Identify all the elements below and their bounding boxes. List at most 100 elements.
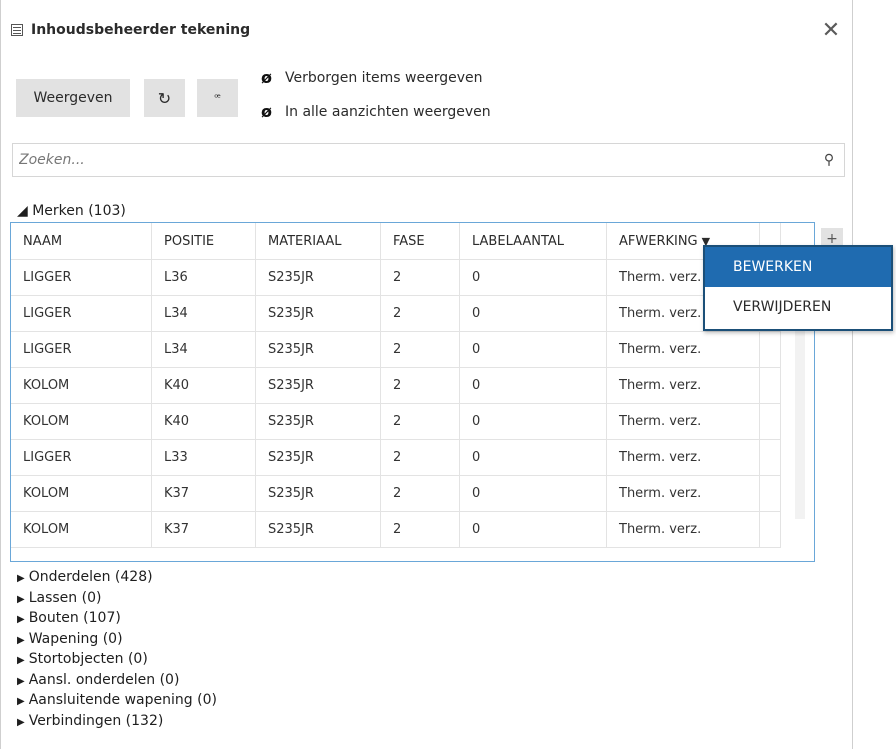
category-label: Stortobjecten (0)	[28, 651, 148, 667]
cell-naam: LIGGER	[11, 259, 152, 296]
panel-title: Inhoudsbeheerder tekening	[31, 22, 251, 38]
label-button[interactable]: ꟹ	[197, 79, 238, 117]
cell-positie: K37	[151, 511, 256, 548]
table-row[interactable]: KOLOM K40 S235JR 2 0 Therm. verz.	[11, 367, 781, 404]
cell-naam: KOLOM	[11, 511, 152, 548]
triangle-right-icon: ▶	[17, 716, 25, 728]
cell-extra	[759, 403, 781, 440]
cell-positie: L34	[151, 331, 256, 368]
close-icon[interactable]: ✕	[820, 20, 842, 42]
cell-materiaal: S235JR	[255, 403, 381, 440]
table-row[interactable]: KOLOM K37 S235JR 2 0 Therm. verz.	[11, 475, 781, 512]
cell-naam: LIGGER	[11, 331, 152, 368]
cell-afwerking: Therm. verz.	[606, 331, 760, 368]
cell-materiaal: S235JR	[255, 259, 381, 296]
marks-grid: NAAM POSITIE MATERIAAL FASE LABELAANTAL …	[10, 222, 815, 562]
triangle-right-icon: ▶	[17, 675, 25, 687]
cell-positie: L36	[151, 259, 256, 296]
search-input[interactable]	[13, 144, 814, 176]
search-icon[interactable]: ⚲	[814, 152, 844, 168]
cell-positie: L34	[151, 295, 256, 332]
toggle-hidden-label: Verborgen items weergeven	[285, 69, 483, 86]
section-merken[interactable]: ◢ Merken (103)	[17, 203, 126, 219]
cell-fase: 2	[380, 367, 460, 404]
cell-labelaantal: 0	[459, 367, 607, 404]
cell-afwerking: Therm. verz.	[606, 511, 760, 548]
table-row[interactable]: KOLOM K37 S235JR 2 0 Therm. verz.	[11, 511, 781, 548]
table-header-row: NAAM POSITIE MATERIAAL FASE LABELAANTAL …	[11, 223, 781, 260]
menu-item-delete[interactable]: VERWIJDEREN	[705, 287, 891, 327]
column-header-materiaal[interactable]: MATERIAAL	[255, 223, 381, 260]
cell-positie: L33	[151, 439, 256, 476]
cell-materiaal: S235JR	[255, 511, 381, 548]
cell-labelaantal: 0	[459, 295, 607, 332]
column-header-positie[interactable]: POSITIE	[151, 223, 256, 260]
category-wapening[interactable]: ▶ Wapening (0)	[17, 630, 217, 651]
cell-fase: 2	[380, 439, 460, 476]
cell-fase: 2	[380, 403, 460, 440]
category-lassen[interactable]: ▶ Lassen (0)	[17, 589, 217, 610]
table-row[interactable]: KOLOM K40 S235JR 2 0 Therm. verz.	[11, 403, 781, 440]
toggle-hidden-items[interactable]: ø Verborgen items weergeven	[261, 68, 482, 87]
menu-item-edit[interactable]: BEWERKEN	[705, 247, 891, 287]
cell-labelaantal: 0	[459, 511, 607, 548]
cell-labelaantal: 0	[459, 475, 607, 512]
cell-extra	[759, 331, 781, 368]
cell-positie: K37	[151, 475, 256, 512]
cell-naam: LIGGER	[11, 439, 152, 476]
cell-positie: K40	[151, 367, 256, 404]
table-row[interactable]: LIGGER L36 S235JR 2 0 Therm. verz.	[11, 259, 781, 296]
triangle-right-icon: ▶	[17, 593, 25, 605]
column-header-fase[interactable]: FASE	[380, 223, 460, 260]
show-button[interactable]: Weergeven	[16, 79, 130, 117]
cell-materiaal: S235JR	[255, 295, 381, 332]
table-row[interactable]: LIGGER L34 S235JR 2 0 Therm. verz.	[11, 331, 781, 368]
cell-afwerking: Therm. verz.	[606, 439, 760, 476]
cell-materiaal: S235JR	[255, 331, 381, 368]
content-manager-panel: Inhoudsbeheerder tekening ✕ Weergeven ↻ …	[0, 0, 853, 749]
toggle-all-views-label: In alle aanzichten weergeven	[285, 103, 491, 120]
category-aansluitende-wapening[interactable]: ▶ Aansluitende wapening (0)	[17, 691, 217, 712]
cell-labelaantal: 0	[459, 259, 607, 296]
cell-labelaantal: 0	[459, 439, 607, 476]
cell-extra	[759, 439, 781, 476]
cell-labelaantal: 0	[459, 403, 607, 440]
triangle-right-icon: ▶	[17, 655, 25, 666]
category-label: Verbindingen (132)	[28, 712, 164, 729]
category-stortobjecten[interactable]: ▶ Stortobjecten (0)	[17, 650, 217, 671]
cell-naam: LIGGER	[11, 295, 152, 332]
category-aansl-onderdelen[interactable]: ▶ Aansl. onderdelen (0)	[17, 671, 217, 692]
window-icon	[11, 24, 23, 36]
cell-fase: 2	[380, 295, 460, 332]
category-onderdelen[interactable]: ▶ Onderdelen (428)	[17, 568, 217, 589]
triangle-right-icon: ▶	[17, 634, 25, 646]
category-verbindingen[interactable]: ▶ Verbindingen (132)	[17, 712, 217, 733]
triangle-right-icon: ▶	[17, 696, 25, 707]
eye-slash-icon: ø	[261, 102, 272, 121]
title-bar: Inhoudsbeheerder tekening	[11, 18, 250, 42]
category-bouten[interactable]: ▶ Bouten (107)	[17, 609, 217, 630]
triangle-right-icon: ▶	[17, 573, 25, 584]
refresh-button[interactable]: ↻	[144, 79, 185, 117]
context-menu: BEWERKEN VERWIJDEREN	[703, 245, 893, 331]
cell-materiaal: S235JR	[255, 367, 381, 404]
category-label: Aansl. onderdelen (0)	[28, 671, 180, 688]
cell-extra	[759, 475, 781, 512]
table-row[interactable]: LIGGER L33 S235JR 2 0 Therm. verz.	[11, 439, 781, 476]
category-list: ▶ Onderdelen (428) ▶ Lassen (0) ▶ Bouten (1…	[17, 568, 217, 732]
toggle-all-views[interactable]: ø In alle aanzichten weergeven	[261, 102, 491, 121]
column-header-naam[interactable]: NAAM	[11, 223, 152, 260]
category-label: Aansluitende wapening (0)	[28, 692, 217, 708]
cell-naam: KOLOM	[11, 403, 152, 440]
cell-afwerking: Therm. verz.	[606, 475, 760, 512]
cell-extra	[759, 367, 781, 404]
triangle-right-icon: ▶	[17, 614, 25, 625]
cell-fase: 2	[380, 331, 460, 368]
cell-fase: 2	[380, 259, 460, 296]
column-header-labelaantal[interactable]: LABELAANTAL	[459, 223, 607, 260]
cell-afwerking: Therm. verz.	[606, 367, 760, 404]
table-row[interactable]: LIGGER L34 S235JR 2 0 Therm. verz.	[11, 295, 781, 332]
cell-extra	[759, 511, 781, 548]
cell-naam: KOLOM	[11, 367, 152, 404]
cell-afwerking: Therm. verz.	[606, 403, 760, 440]
